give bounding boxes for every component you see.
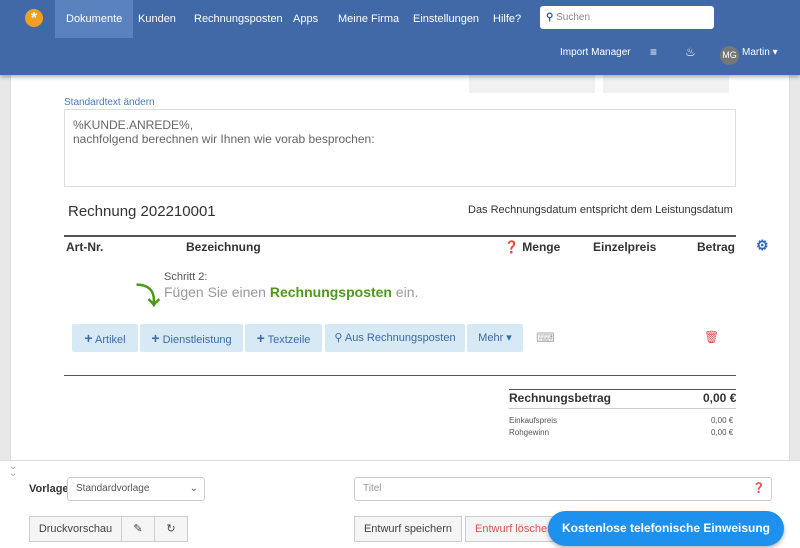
- user-name: Martin: [742, 47, 770, 58]
- top-navbar: * Dokumente Kunden Rechnungsposten Apps …: [0, 0, 800, 75]
- bell-icon[interactable]: ♨: [685, 45, 696, 59]
- nav-hilfe[interactable]: Hilfe?: [482, 0, 532, 38]
- vorlage-select[interactable]: Standardvorlage ⌄: [67, 477, 205, 501]
- keyboard-icon[interactable]: ⌨: [536, 330, 555, 346]
- hint-step: Schritt 2:: [164, 271, 208, 283]
- totals-line: [509, 389, 736, 390]
- total-value: 0,00 €: [703, 391, 737, 405]
- trash-icon[interactable]: 🗑: [704, 330, 719, 344]
- add-textzeile-button[interactable]: + Textzeile: [245, 324, 322, 352]
- help-icon[interactable]: ❓: [753, 478, 765, 500]
- table-bottom-line: [64, 375, 736, 376]
- search-icon: ⚲: [546, 12, 554, 23]
- nav-kunden[interactable]: Kunden: [127, 0, 187, 38]
- hint-pre: Fügen Sie einen: [164, 284, 266, 300]
- hint-highlight: Rechnungsposten: [269, 284, 392, 300]
- arrow-down-icon: ⤵: [136, 283, 160, 310]
- add-dienstleistung-button[interactable]: + Dienstleistung: [140, 324, 243, 352]
- nav-einstellungen[interactable]: Einstellungen: [402, 0, 490, 38]
- header-bezeichnung: Bezeichnung: [186, 240, 261, 254]
- total-label: Rechnungsbetrag: [509, 391, 612, 405]
- avatar[interactable]: MG: [720, 46, 739, 65]
- header-betrag: Betrag: [697, 240, 736, 254]
- hint-text: Fügen Sie einen Rechnungsposten ein.: [164, 284, 418, 300]
- import-manager-link[interactable]: Import Manager: [560, 47, 631, 58]
- logo-icon[interactable]: *: [25, 9, 43, 27]
- edit-icon[interactable]: ✎: [121, 516, 155, 542]
- nav-apps[interactable]: Apps: [282, 0, 329, 38]
- intro-text-area[interactable]: %KUNDE.ANREDE%, nachfolgend berechnen wi…: [64, 109, 736, 187]
- save-draft-button[interactable]: Entwurf speichern: [354, 516, 462, 542]
- header-einzelpreis: Einzelpreis: [593, 240, 657, 254]
- totals-sub-line: [509, 408, 736, 409]
- aus-rechnungsposten-button[interactable]: ⚲ Aus Rechnungsposten: [325, 324, 465, 352]
- nav-meine-firma[interactable]: Meine Firma: [327, 0, 410, 38]
- help-icon[interactable]: ❓: [504, 240, 519, 254]
- print-preview-button[interactable]: Druckvorschau: [29, 516, 122, 542]
- date-note: Das Rechnungsdatum entspricht dem Leistu…: [468, 204, 733, 216]
- phone-onboarding-button[interactable]: Kostenlose telefonische Einweisung: [548, 511, 784, 546]
- collapse-icon[interactable]: ⌄ ⌄: [9, 462, 17, 479]
- tasks-icon[interactable]: ≡: [650, 45, 657, 59]
- nav-dokumente[interactable]: Dokumente: [55, 0, 134, 38]
- add-artikel-button[interactable]: + Artikel: [72, 324, 138, 352]
- nav-rechnungsposten[interactable]: Rechnungsposten: [183, 0, 294, 38]
- einkauf-label: Einkaufspreis: [509, 416, 558, 425]
- vorlage-label: Vorlage: [29, 483, 69, 495]
- menge-label: Menge: [522, 240, 561, 254]
- info-box: [603, 75, 729, 93]
- header-art-nr: Art-Nr.: [66, 240, 104, 254]
- hint-post: ein.: [395, 284, 419, 300]
- title-input[interactable]: Titel ❓: [354, 477, 772, 501]
- mehr-dropdown[interactable]: Mehr ▾: [467, 324, 523, 352]
- user-menu[interactable]: Martin ▾: [742, 47, 778, 58]
- search-placeholder: Suchen: [556, 12, 591, 23]
- table-top-line: [64, 235, 736, 237]
- rohgewinn-value: 0,00 €: [711, 428, 734, 437]
- search-input[interactable]: ⚲ Suchen: [540, 6, 714, 29]
- standardtext-link[interactable]: Standardtext ändern: [64, 97, 155, 108]
- header-menge: ❓ Menge: [504, 240, 560, 254]
- info-box: [469, 75, 595, 93]
- intro-line: nachfolgend berechnen wir Ihnen wie vora…: [73, 132, 375, 146]
- gear-icon[interactable]: ⚙: [756, 237, 769, 254]
- refresh-icon[interactable]: ↻: [154, 516, 188, 542]
- rohgewinn-label: Rohgewinn: [509, 428, 550, 437]
- intro-line: %KUNDE.ANREDE%,: [73, 118, 194, 132]
- einkauf-value: 0,00 €: [711, 416, 734, 425]
- invoice-title[interactable]: Rechnung 202210001: [68, 203, 216, 220]
